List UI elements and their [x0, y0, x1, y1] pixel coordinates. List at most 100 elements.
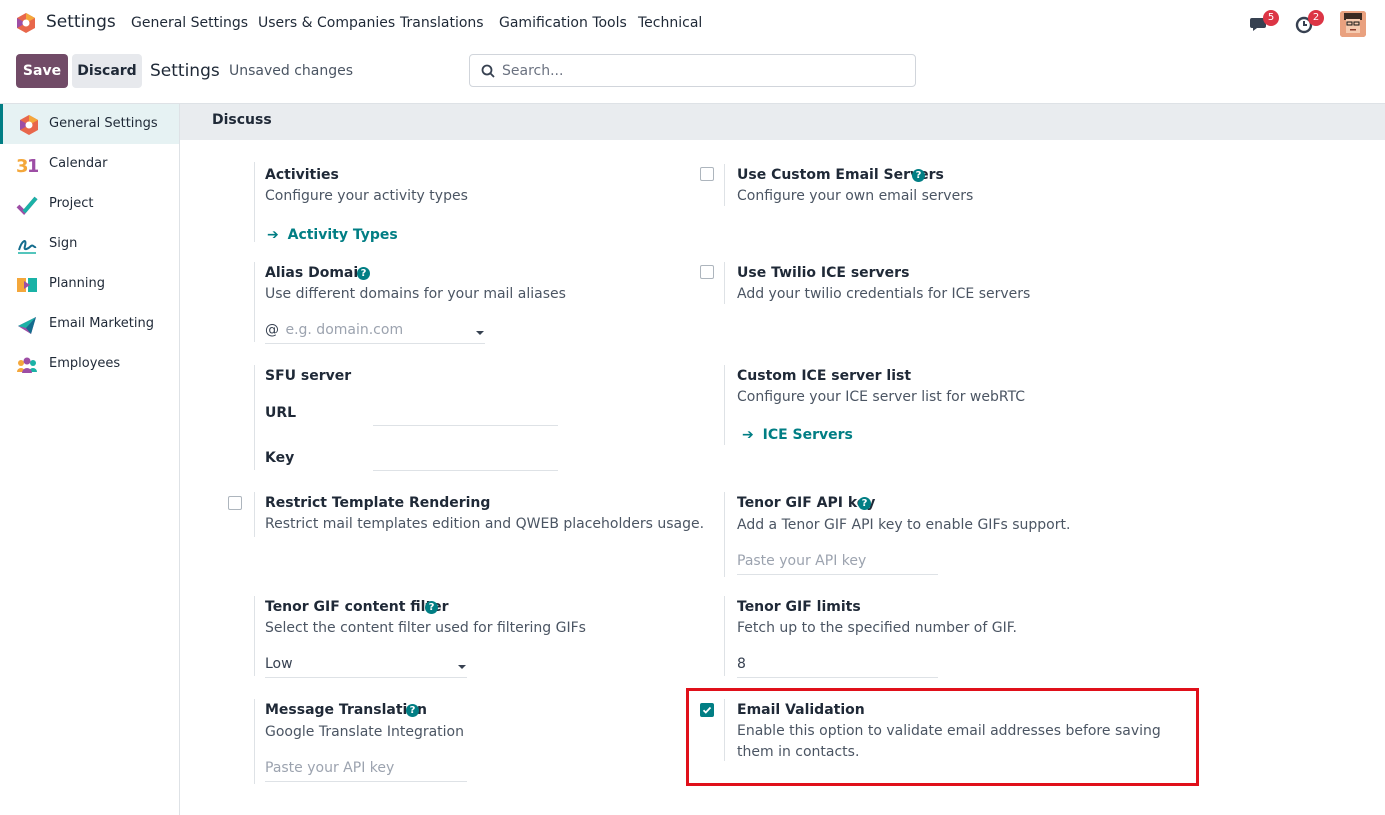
restrict-template-title: Restrict Template Rendering	[265, 495, 491, 511]
chevron-down-icon	[458, 665, 466, 669]
menu-gamification-tools[interactable]: Gamification Tools	[499, 15, 627, 31]
setting-separator	[724, 164, 725, 206]
sidebar-item-employees[interactable]: Employees	[0, 344, 179, 384]
ice-server-list-description: Configure your ICE server list for webRT…	[737, 389, 1026, 405]
activities-count-badge: 2	[1308, 10, 1324, 26]
page-title: Settings	[150, 61, 220, 81]
search-icon	[481, 64, 495, 78]
ice-server-list-title: Custom ICE server list	[737, 368, 912, 384]
svg-text:1: 1	[27, 156, 38, 176]
highlight-box	[686, 688, 1199, 786]
search-input[interactable]	[502, 61, 902, 81]
sidebar-item-planning[interactable]: Planning	[0, 264, 179, 304]
menu-translations[interactable]: Translations	[400, 15, 484, 31]
calendar-icon: 3 1	[16, 156, 38, 176]
top-navbar: Settings General Settings Users & Compan…	[0, 0, 1385, 46]
tenor-content-filter-description: Select the content filter used for filte…	[265, 620, 586, 636]
restrict-template-checkbox[interactable]	[228, 496, 242, 510]
help-icon[interactable]: ?	[357, 267, 370, 280]
activities-description: Configure your activity types	[265, 188, 468, 204]
email-marketing-icon	[18, 317, 36, 334]
custom-email-servers-description: Configure your own email servers	[737, 188, 974, 204]
sidebar-item-label: Calendar	[49, 156, 108, 171]
help-icon[interactable]: ?	[406, 704, 419, 717]
arrow-right-icon: ➔	[742, 427, 754, 443]
activity-types-link[interactable]: ➔ Activity Types	[267, 227, 398, 243]
alias-domain-title: Alias Domain	[265, 265, 369, 281]
discard-button[interactable]: Discard	[72, 54, 142, 88]
sfu-url-label: URL	[265, 405, 297, 421]
activities-title: Activities	[265, 167, 339, 183]
sfu-server-title: SFU server	[265, 368, 352, 384]
setting-separator	[254, 699, 255, 784]
setting-separator	[254, 596, 255, 676]
setting-separator	[724, 262, 725, 304]
messages-count-badge: 5	[1263, 10, 1279, 26]
settings-sidebar: General Settings 3 1 Calendar Project Si…	[0, 104, 180, 815]
sidebar-item-email-marketing[interactable]: Email Marketing	[0, 304, 179, 344]
message-translation-description: Google Translate Integration	[265, 724, 464, 740]
user-avatar[interactable]	[1340, 11, 1366, 37]
sidebar-item-calendar[interactable]: 3 1 Calendar	[0, 144, 179, 184]
tenor-limits-input[interactable]: 8	[737, 656, 938, 678]
sidebar-item-project[interactable]: Project	[0, 184, 179, 224]
ice-servers-link[interactable]: ➔ ICE Servers	[742, 427, 853, 443]
chevron-down-icon	[476, 331, 484, 335]
setting-separator	[724, 596, 725, 676]
save-button[interactable]: Save	[16, 54, 68, 88]
twilio-ice-checkbox[interactable]	[700, 265, 714, 279]
help-icon[interactable]: ?	[858, 497, 871, 510]
sfu-key-input[interactable]	[373, 449, 558, 471]
tenor-api-key-description: Add a Tenor GIF API key to enable GIFs s…	[737, 517, 1071, 533]
tenor-limits-title: Tenor GIF limits	[737, 599, 861, 615]
search-bar[interactable]	[469, 54, 916, 87]
sidebar-item-label: Project	[49, 196, 94, 211]
alias-domain-placeholder: e.g. domain.com	[285, 322, 404, 338]
setting-separator	[724, 492, 725, 577]
tenor-limits-description: Fetch up to the specified number of GIF.	[737, 620, 1017, 636]
arrow-right-icon: ➔	[267, 227, 279, 243]
twilio-ice-description: Add your twilio credentials for ICE serv…	[737, 286, 1031, 302]
sfu-url-input[interactable]	[373, 404, 558, 426]
message-translation-title: Message Translation	[265, 702, 427, 718]
at-sign: @	[265, 322, 279, 338]
project-icon	[16, 196, 38, 215]
help-icon[interactable]: ?	[912, 169, 925, 182]
app-logo-icon[interactable]	[16, 12, 36, 34]
custom-email-servers-checkbox[interactable]	[700, 167, 714, 181]
unsaved-changes-indicator: Unsaved changes	[229, 63, 354, 79]
sign-icon	[18, 240, 37, 254]
setting-separator	[254, 365, 255, 470]
setting-separator	[254, 262, 255, 342]
tenor-content-filter-title: Tenor GIF content filter	[265, 599, 449, 615]
section-title: Discuss	[212, 112, 272, 128]
twilio-ice-title: Use Twilio ICE servers	[737, 265, 910, 281]
tenor-content-filter-select[interactable]: Low	[265, 656, 467, 678]
sidebar-item-label: General Settings	[49, 116, 158, 131]
tenor-api-key-title: Tenor GIF API key	[737, 495, 876, 511]
alias-domain-description: Use different domains for your mail alia…	[265, 286, 566, 302]
odoo-settings-icon	[20, 115, 38, 135]
sidebar-item-label: Sign	[49, 236, 78, 251]
restrict-template-description: Restrict mail templates edition and QWEB…	[265, 516, 705, 532]
employees-icon	[17, 357, 37, 373]
sidebar-item-label: Planning	[49, 276, 105, 291]
tenor-api-key-input[interactable]: Paste your API key	[737, 553, 938, 575]
sidebar-item-sign[interactable]: Sign	[0, 224, 179, 264]
setting-separator	[254, 492, 255, 537]
setting-separator	[724, 365, 725, 445]
alias-domain-select[interactable]: @ e.g. domain.com	[265, 322, 485, 344]
sidebar-item-label: Email Marketing	[49, 316, 154, 331]
section-header-discuss: Discuss	[180, 104, 1385, 140]
sidebar-item-general-settings[interactable]: General Settings	[0, 104, 179, 144]
planning-icon	[17, 278, 37, 292]
menu-general-settings[interactable]: General Settings	[131, 15, 248, 31]
help-icon[interactable]: ?	[425, 601, 438, 614]
menu-users-companies[interactable]: Users & Companies	[258, 15, 395, 31]
translation-api-key-input[interactable]: Paste your API key	[265, 760, 467, 782]
sidebar-item-label: Employees	[49, 356, 121, 371]
sfu-key-label: Key	[265, 450, 295, 466]
app-name[interactable]: Settings	[46, 12, 116, 32]
setting-separator	[254, 162, 255, 242]
menu-technical[interactable]: Technical	[638, 15, 702, 31]
